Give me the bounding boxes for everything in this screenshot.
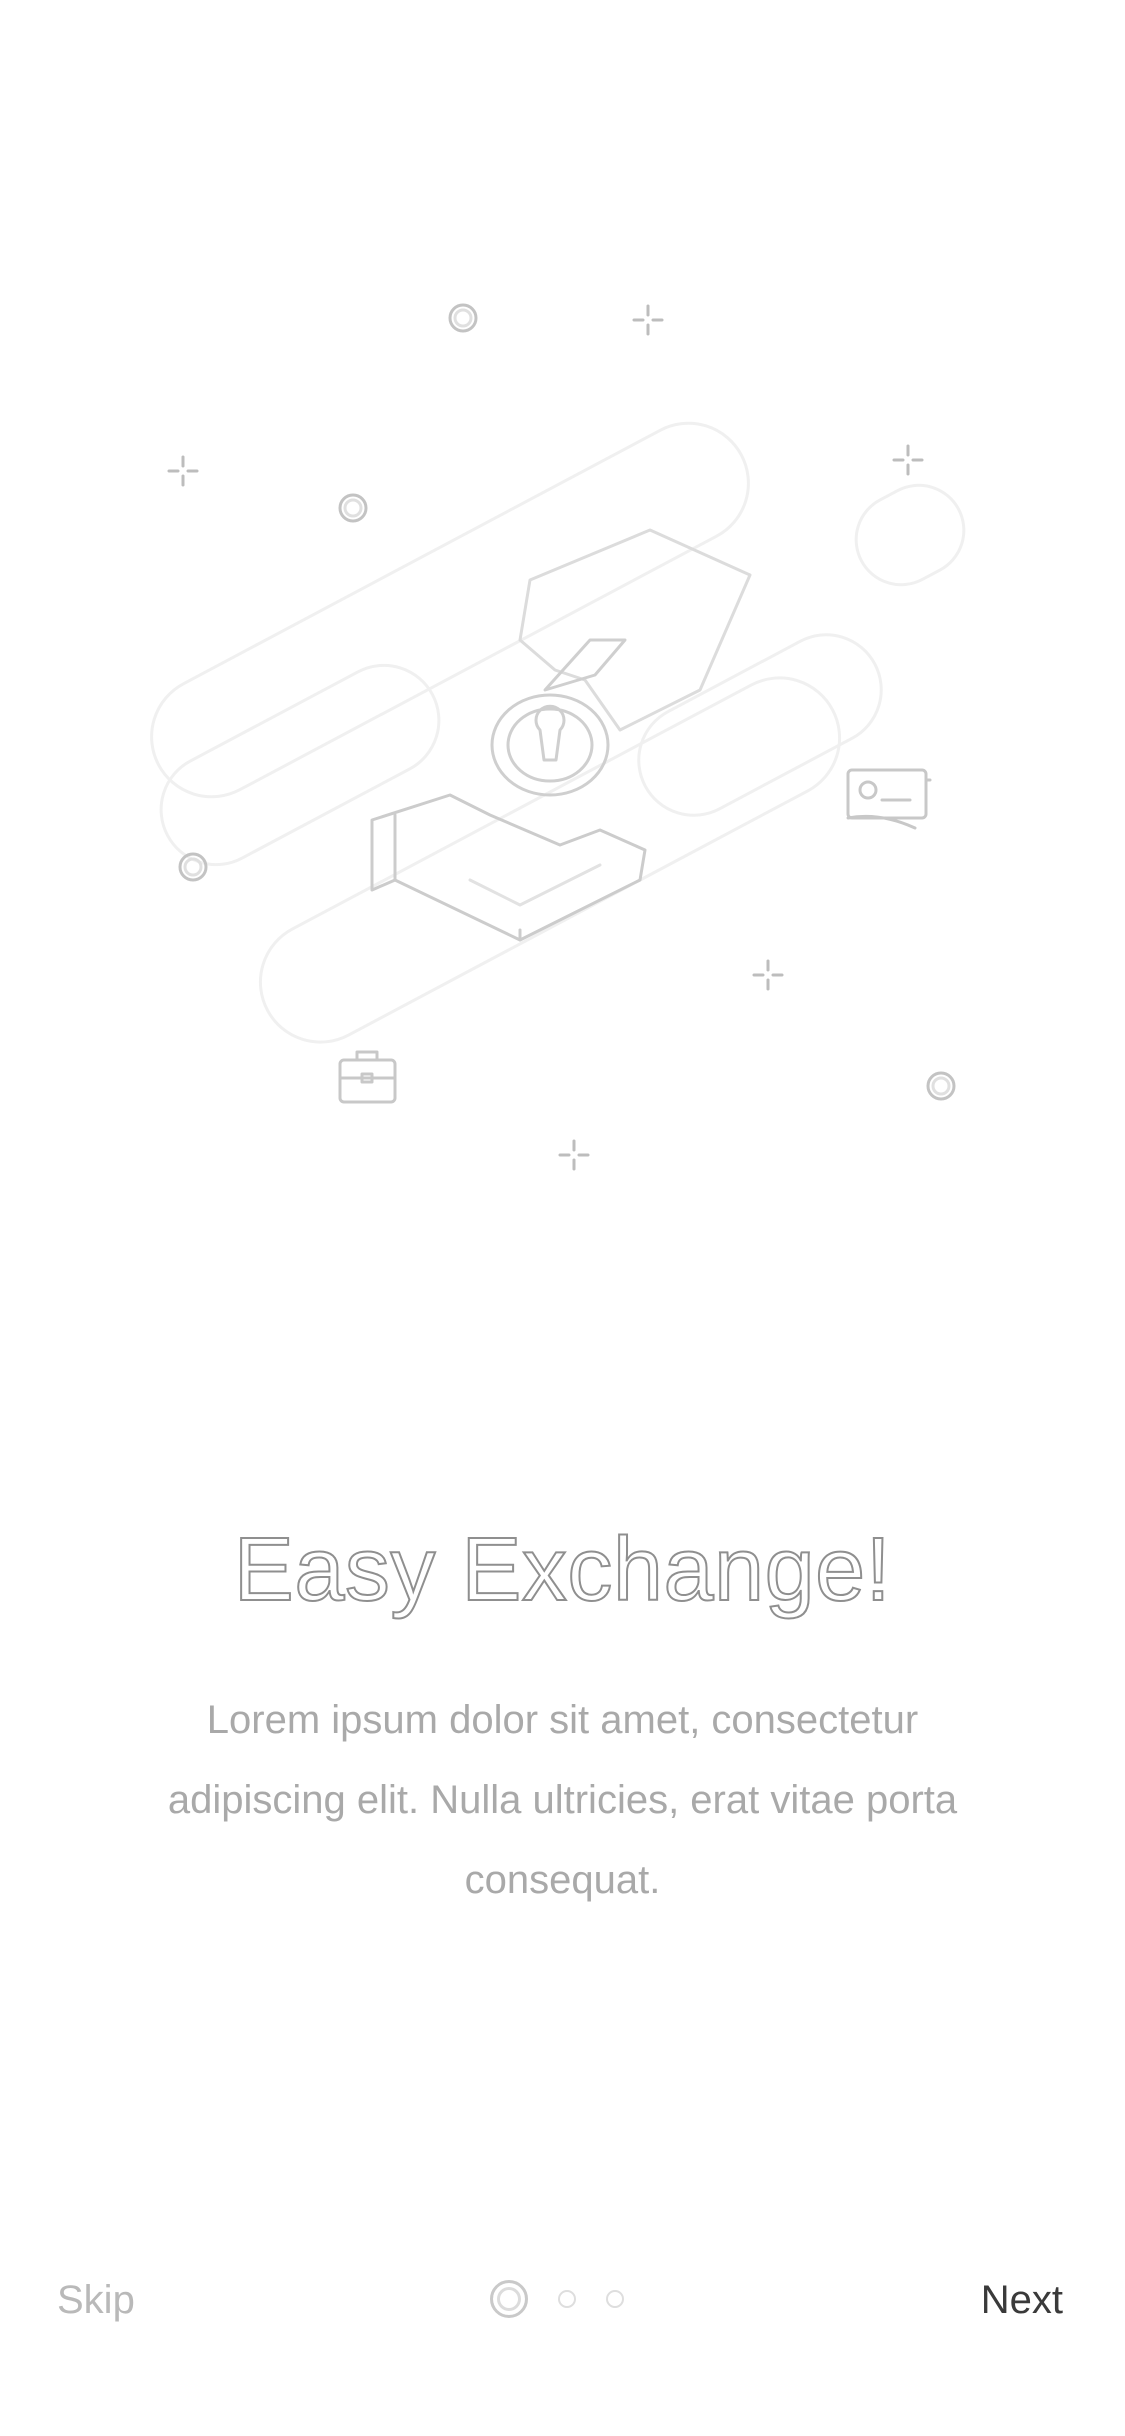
page-dot-1-active[interactable] — [490, 2280, 528, 2318]
onboarding-illustration — [0, 240, 1125, 1200]
id-card-icon — [846, 768, 932, 830]
onboarding-title: Easy Exchange! — [233, 1519, 892, 1621]
skip-button[interactable]: Skip — [57, 2276, 135, 2324]
giving-hand-icon — [518, 528, 752, 732]
decorative-sparkles — [167, 304, 924, 1171]
onboarding-description: Lorem ipsum dolor sit amet, consectetur … — [167, 1698, 958, 1902]
background-capsules — [150, 421, 966, 1044]
briefcase-icon — [338, 1050, 397, 1104]
page-dot-3[interactable] — [606, 2290, 624, 2308]
page-indicator — [490, 2280, 640, 2320]
receiving-hand-icon — [370, 793, 647, 942]
coin-icon — [490, 693, 610, 797]
decorative-rings — [178, 303, 956, 1101]
next-button[interactable]: Next — [981, 2276, 1063, 2324]
onboarding-footer: Skip Next — [0, 2250, 1125, 2350]
page-dot-2[interactable] — [558, 2290, 576, 2308]
